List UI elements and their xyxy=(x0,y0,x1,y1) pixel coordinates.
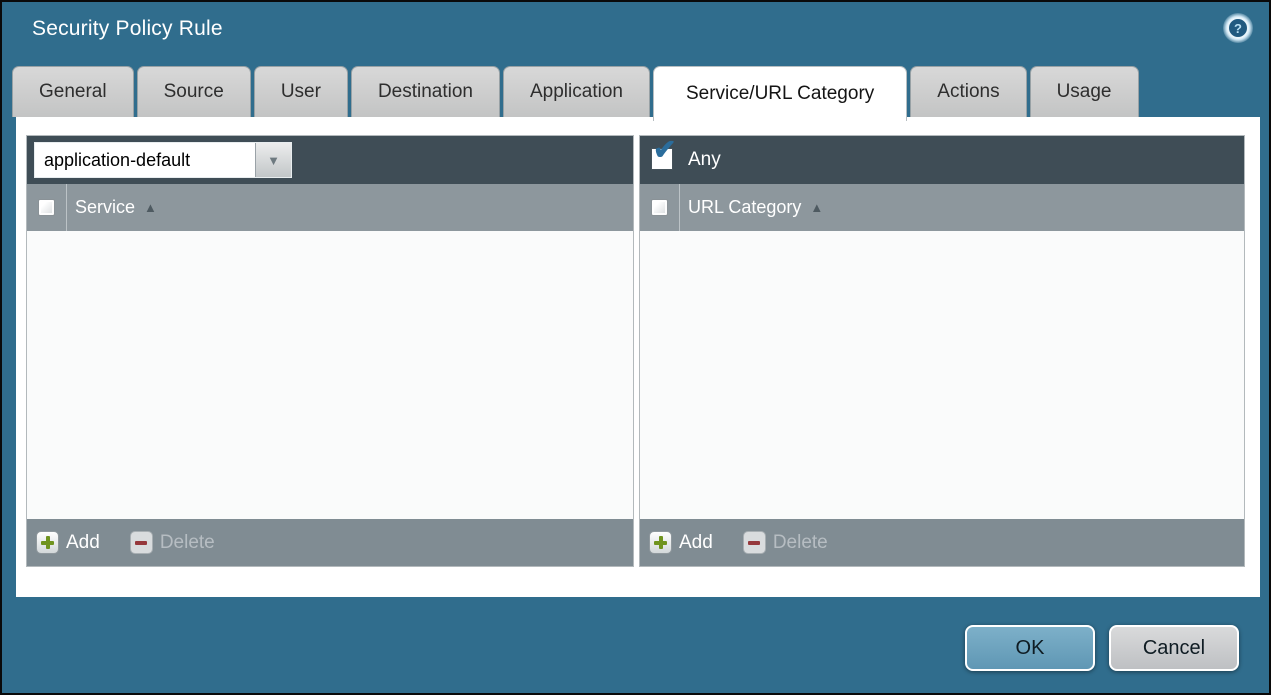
chevron-down-icon[interactable]: ▼ xyxy=(255,143,291,177)
service-select-all-checkbox[interactable] xyxy=(38,199,55,216)
dialog-title: Security Policy Rule xyxy=(32,17,223,40)
tab-user[interactable]: User xyxy=(253,66,348,117)
url-category-select-all-checkbox[interactable] xyxy=(651,199,668,216)
sort-asc-icon: ▲ xyxy=(144,200,157,215)
plus-icon xyxy=(36,531,59,554)
help-button[interactable]: ? xyxy=(1223,13,1253,43)
tab-destination[interactable]: Destination xyxy=(350,66,500,117)
url-category-list-body xyxy=(640,231,1244,519)
tab-general[interactable]: General xyxy=(12,66,134,117)
header-separator xyxy=(679,184,680,231)
ok-button[interactable]: OK xyxy=(965,625,1095,671)
minus-icon xyxy=(742,531,766,554)
url-category-delete-button[interactable]: Delete xyxy=(742,531,828,554)
column-header-service-label: Service xyxy=(75,197,136,217)
checkmark-icon: ✔ xyxy=(653,134,677,165)
security-policy-rule-dialog: Security Policy Rule ? General Source User… xyxy=(0,0,1271,695)
column-header-service[interactable]: Service ▲ xyxy=(75,197,157,218)
tab-bar: General Source User Destination Application S… xyxy=(12,66,1259,121)
plus-icon xyxy=(649,531,672,554)
service-toolbar: ▼ xyxy=(27,136,633,184)
service-delete-button[interactable]: Delete xyxy=(129,531,215,554)
service-panel: ▼ Service ▲ Add xyxy=(26,135,634,567)
url-category-column-header-row: URL Category ▲ xyxy=(640,184,1244,231)
url-category-panel: ✔ Any URL Category ▲ Add Delete xyxy=(639,135,1245,567)
tab-usage[interactable]: Usage xyxy=(1029,66,1139,117)
service-add-button[interactable]: Add xyxy=(36,531,100,554)
url-category-toolbar: ✔ Any xyxy=(640,136,1244,184)
tab-application[interactable]: Application xyxy=(503,66,650,117)
service-list-body xyxy=(27,231,633,519)
tab-service-url-category[interactable]: Service/URL Category xyxy=(652,66,908,121)
add-button-label: Add xyxy=(66,531,100,553)
url-category-footer: Add Delete xyxy=(640,519,1244,566)
header-separator xyxy=(66,184,67,231)
service-type-input[interactable] xyxy=(35,143,255,177)
any-checkbox-label: Any xyxy=(688,149,721,170)
tab-source[interactable]: Source xyxy=(136,66,251,117)
delete-button-label: Delete xyxy=(772,531,828,553)
any-checkbox[interactable]: ✔ xyxy=(651,136,676,170)
column-header-url-category[interactable]: URL Category ▲ xyxy=(688,197,823,218)
service-footer: Add Delete xyxy=(27,519,633,566)
help-icon: ? xyxy=(1227,17,1249,39)
delete-button-label: Delete xyxy=(159,531,215,553)
tab-actions[interactable]: Actions xyxy=(910,66,1027,117)
url-category-add-button[interactable]: Add xyxy=(649,531,713,554)
cancel-button[interactable]: Cancel xyxy=(1109,625,1239,671)
column-header-url-category-label: URL Category xyxy=(688,197,802,217)
service-type-combobox: ▼ xyxy=(34,142,292,178)
service-column-header-row: Service ▲ xyxy=(27,184,633,231)
sort-asc-icon: ▲ xyxy=(810,200,824,215)
minus-icon xyxy=(129,531,153,554)
add-button-label: Add xyxy=(679,531,713,553)
dialog-content: ▼ Service ▲ Add xyxy=(16,117,1260,597)
